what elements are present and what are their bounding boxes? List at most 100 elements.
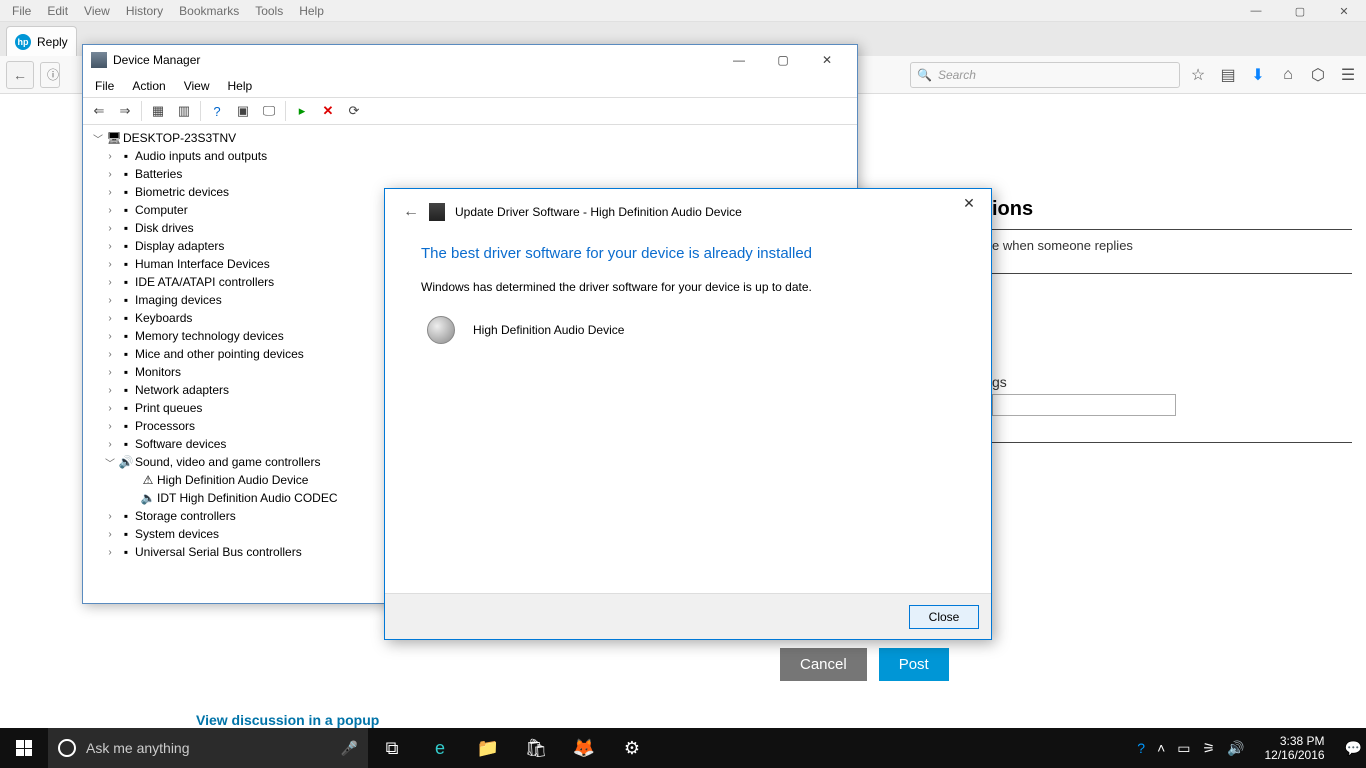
dm-menu-file[interactable]: File bbox=[87, 79, 122, 93]
tab-label: Reply bbox=[37, 35, 68, 49]
taskbar-edge[interactable]: e bbox=[416, 728, 464, 768]
device-category-icon: ▪ bbox=[117, 382, 135, 398]
window-close-button[interactable]: ✕ bbox=[1322, 0, 1366, 22]
pocket-icon[interactable]: ⬡ bbox=[1306, 63, 1330, 87]
device-speaker-icon bbox=[427, 316, 455, 344]
system-clock[interactable]: 3:38 PM 12/16/2016 bbox=[1257, 734, 1333, 762]
tb-forward-icon[interactable]: ⇒ bbox=[113, 100, 137, 122]
warning-icon: ⚠ bbox=[139, 472, 157, 488]
dm-titlebar[interactable]: Device Manager — ▢ ✕ bbox=[83, 45, 857, 75]
browser-tab[interactable]: hp Reply bbox=[6, 26, 77, 56]
ff-menu-help[interactable]: Help bbox=[291, 4, 332, 18]
url-bar[interactable]: ⓘh bbox=[40, 62, 60, 88]
device-category-icon: ▪ bbox=[117, 400, 135, 416]
wifi-icon[interactable]: ⚞ bbox=[1203, 740, 1216, 757]
device-category-icon: ▪ bbox=[117, 328, 135, 344]
microphone-icon[interactable]: 🎤 bbox=[341, 740, 358, 757]
task-view-button[interactable]: ⧉ bbox=[368, 728, 416, 768]
dm-title: Device Manager bbox=[113, 53, 200, 67]
dm-menu-view[interactable]: View bbox=[176, 79, 218, 93]
window-minimize-button[interactable]: — bbox=[1234, 0, 1278, 22]
ff-menu-edit[interactable]: Edit bbox=[39, 4, 76, 18]
device-category-icon: ▪ bbox=[117, 508, 135, 524]
tb-back-icon[interactable]: ⇐ bbox=[87, 100, 111, 122]
device-manager-icon bbox=[91, 52, 107, 68]
tb-help-icon[interactable]: ? bbox=[205, 100, 229, 122]
taskbar-store[interactable]: 🛍 bbox=[512, 728, 560, 768]
tb-scan-icon[interactable]: ▣ bbox=[231, 100, 255, 122]
device-category-icon: ▪ bbox=[117, 238, 135, 254]
wizard-device-name: High Definition Audio Device bbox=[473, 323, 624, 337]
dm-close-button[interactable]: ✕ bbox=[805, 46, 849, 74]
dm-menu-help[interactable]: Help bbox=[220, 79, 261, 93]
taskbar-file-explorer[interactable]: 📁 bbox=[464, 728, 512, 768]
library-icon[interactable]: ▤ bbox=[1216, 63, 1240, 87]
computer-icon: 🖥 bbox=[105, 130, 123, 146]
taskbar-device-manager[interactable]: ⚙ bbox=[608, 728, 656, 768]
cortana-search[interactable]: Ask me anything 🎤 bbox=[48, 728, 368, 768]
back-button[interactable]: ← bbox=[6, 61, 34, 89]
ff-menu-view[interactable]: View bbox=[76, 4, 118, 18]
tb-update-driver-icon[interactable]: 🖵 bbox=[257, 100, 281, 122]
ff-menu-file[interactable]: File bbox=[4, 4, 39, 18]
device-category-icon: ▪ bbox=[117, 274, 135, 290]
device-category-icon: ▪ bbox=[117, 310, 135, 326]
tb-enable-icon[interactable]: ▸ bbox=[290, 100, 314, 122]
device-category-icon: ▪ bbox=[117, 166, 135, 182]
tree-category[interactable]: ›▪Audio inputs and outputs bbox=[85, 147, 855, 165]
wizard-close-action-button[interactable]: Close bbox=[909, 605, 979, 629]
ff-menu-history[interactable]: History bbox=[118, 4, 171, 18]
drive-icon bbox=[429, 203, 445, 221]
firefox-menubar: File Edit View History Bookmarks Tools H… bbox=[0, 0, 1366, 22]
post-button[interactable]: Post bbox=[879, 648, 949, 681]
windows-taskbar: Ask me anything 🎤 ⧉ e 📁 🛍 🦊 ⚙ ? ˄ ▭ ⚞ 🔊 … bbox=[0, 728, 1366, 768]
bookmark-star-icon[interactable]: ☆ bbox=[1186, 63, 1210, 87]
action-center-icon[interactable]: 💬 bbox=[1345, 740, 1362, 757]
hp-page-fragment: ions e when someone replies gs bbox=[992, 100, 1352, 451]
device-category-icon: ▪ bbox=[117, 148, 135, 164]
taskbar-firefox[interactable]: 🦊 bbox=[560, 728, 608, 768]
tb-uninstall-icon[interactable]: ✕ bbox=[316, 100, 340, 122]
view-discussion-popup-link[interactable]: View discussion in a popup bbox=[196, 712, 379, 728]
tray-chevron-up-icon[interactable]: ˄ bbox=[1157, 740, 1165, 756]
ff-menu-tools[interactable]: Tools bbox=[247, 4, 291, 18]
wizard-back-button[interactable]: ← bbox=[403, 203, 419, 221]
wizard-heading: The best driver software for your device… bbox=[421, 245, 955, 262]
ff-menu-bookmarks[interactable]: Bookmarks bbox=[171, 4, 247, 18]
device-category-icon: ▪ bbox=[117, 256, 135, 272]
volume-icon[interactable]: 🔊 bbox=[1227, 740, 1244, 757]
start-button[interactable] bbox=[0, 728, 48, 768]
device-category-icon: ▪ bbox=[117, 220, 135, 236]
windows-logo-icon bbox=[16, 740, 32, 756]
sound-icon: 🔊 bbox=[117, 454, 135, 470]
dm-maximize-button[interactable]: ▢ bbox=[761, 46, 805, 74]
device-category-icon: ▪ bbox=[117, 526, 135, 542]
tree-category[interactable]: ›▪Batteries bbox=[85, 165, 855, 183]
cancel-button[interactable]: Cancel bbox=[780, 648, 867, 681]
hp-support-icon[interactable]: ? bbox=[1137, 740, 1145, 756]
tb-scan-hardware-icon[interactable]: ⟳ bbox=[342, 100, 366, 122]
cortana-icon bbox=[58, 739, 76, 757]
tags-input[interactable] bbox=[992, 394, 1176, 416]
tree-root[interactable]: ﹀🖥 DESKTOP-23S3TNV bbox=[85, 129, 855, 147]
device-category-icon: ▪ bbox=[117, 364, 135, 380]
window-maximize-button[interactable]: ▢ bbox=[1278, 0, 1322, 22]
search-bar[interactable]: 🔍 Search bbox=[910, 62, 1180, 88]
hp-icon: hp bbox=[15, 34, 31, 50]
tb-properties-icon[interactable]: ▥ bbox=[172, 100, 196, 122]
menu-icon[interactable]: ☰ bbox=[1336, 63, 1360, 87]
wizard-title: Update Driver Software - High Definition… bbox=[455, 205, 742, 219]
driver-update-wizard: ✕ ← Update Driver Software - High Defini… bbox=[384, 188, 992, 640]
tb-show-hide-tree-icon[interactable]: ▦ bbox=[146, 100, 170, 122]
device-category-icon: ▪ bbox=[117, 292, 135, 308]
battery-icon[interactable]: ▭ bbox=[1177, 740, 1190, 757]
home-icon[interactable]: ⌂ bbox=[1276, 63, 1300, 87]
device-category-icon: ▪ bbox=[117, 436, 135, 452]
downloads-icon[interactable]: ⬇ bbox=[1246, 63, 1270, 87]
dm-minimize-button[interactable]: — bbox=[717, 46, 761, 74]
dm-menu-action[interactable]: Action bbox=[124, 79, 173, 93]
device-category-icon: ▪ bbox=[117, 184, 135, 200]
dm-toolbar: ⇐ ⇒ ▦ ▥ ? ▣ 🖵 ▸ ✕ ⟳ bbox=[83, 97, 857, 125]
wizard-close-button[interactable]: ✕ bbox=[947, 189, 991, 217]
device-category-icon: ▪ bbox=[117, 346, 135, 362]
